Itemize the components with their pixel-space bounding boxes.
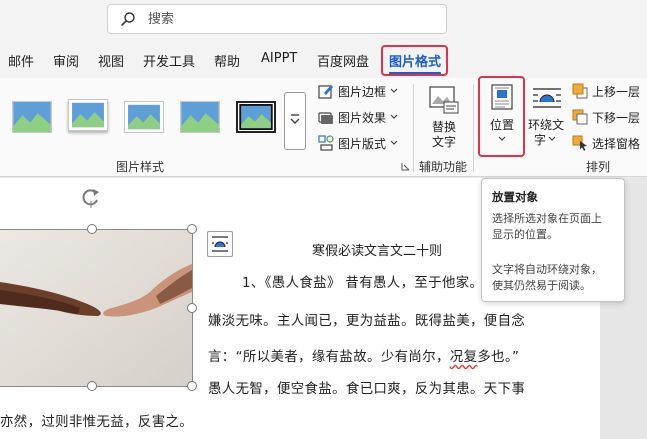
layout-options-button[interactable] [207, 231, 233, 257]
tab-mailings[interactable]: 邮件 [8, 51, 34, 70]
picture-thumb-icon [13, 102, 51, 132]
ribbon-divider [413, 84, 414, 172]
picture-selection-frame [0, 229, 193, 387]
picture-thumb-icon [69, 100, 107, 130]
search-icon [121, 12, 135, 26]
position-tooltip: 放置对象 选择所选对象在页面上 显示的位置。 文字将自动环绕对象， 使其仍然易于… [481, 178, 625, 302]
wrap-text-icon [533, 88, 561, 108]
resize-handle-bottom[interactable] [87, 381, 97, 391]
wrap-text-label-line2: 字 [534, 133, 547, 147]
resize-handle-top-right[interactable] [187, 224, 197, 234]
tooltip-text: 显示的位置。 [492, 228, 558, 241]
document-text-segment: 多也。” [477, 350, 520, 365]
picture-border-label[interactable]: 图片边框 [338, 83, 386, 100]
tooltip-text: 使其仍然易于阅读。 [492, 279, 591, 292]
document-text-line: 愚人无智，便空食盐。食已口爽，反为其患。天下事 [208, 382, 526, 397]
document-text-line: 嫌淡无味。主人闻已，更为益盐。既得盐美，便自念 [208, 314, 526, 329]
send-backward-icon [572, 109, 588, 125]
position-highlight-box [478, 76, 525, 157]
alt-text-icon [429, 86, 459, 114]
document-text-line: 言：“所以美者，缘有盐故。少有尚尔，况复多也。” [208, 345, 519, 365]
tab-view[interactable]: 视图 [98, 51, 124, 70]
picture-style-1[interactable] [12, 101, 52, 133]
dialog-launcher-icon[interactable] [401, 162, 410, 171]
picture-style-3[interactable] [124, 101, 164, 133]
picture-effects-icon [318, 112, 333, 124]
search-box[interactable] [107, 4, 447, 34]
tab-baidu-netdisk[interactable]: 百度网盘 [317, 51, 369, 70]
document-text-line: 1、《愚人食盐》 昔有愚人，至于他家。 [242, 276, 484, 291]
document-heading: 寒假必读文言文二十则 [312, 244, 443, 259]
chevron-down-icon [390, 140, 398, 145]
resize-handle-top[interactable] [87, 224, 97, 234]
group-title-arrange: 排列 [586, 160, 611, 174]
chevron-down-icon [390, 88, 398, 93]
bring-forward-icon [572, 83, 588, 99]
document-text-line: 亦然，过则非惟无益，反害之。 [0, 415, 194, 430]
picture-style-2[interactable] [68, 99, 108, 131]
picture-style-5[interactable] [236, 101, 276, 133]
tooltip-text: 选择所选对象在页面上 [492, 212, 602, 225]
selection-pane-button[interactable]: 选择窗格 [592, 135, 640, 152]
ribbon-divider [473, 84, 474, 172]
alt-text-label-line2: 文字 [432, 135, 457, 149]
more-arrow-icon [290, 114, 300, 124]
picture-thumb-icon [239, 104, 273, 130]
picture-effects-label[interactable]: 图片效果 [338, 109, 386, 126]
search-input[interactable] [148, 10, 428, 28]
picture-layout-icon [318, 135, 334, 151]
tab-highlight-box [381, 45, 448, 76]
picture-thumb-icon [125, 102, 163, 132]
spelling-error-word[interactable]: 况复 [450, 350, 478, 365]
tab-developer[interactable]: 开发工具 [143, 51, 195, 70]
ribbon-tabs: 邮件 审阅 视图 开发工具 帮助 AIPPT 百度网盘 图片格式 [0, 42, 647, 78]
picture-style-4[interactable] [180, 101, 220, 133]
gallery-more-button[interactable] [284, 92, 306, 150]
layout-options-icon [212, 236, 228, 252]
tooltip-text: 文字将自动环绕对象， [492, 263, 602, 276]
group-title-picture-styles: 图片样式 [116, 160, 165, 174]
picture-border-icon [318, 85, 333, 99]
send-backward-button[interactable]: 下移一层 [592, 109, 640, 126]
selection-pane-icon [572, 135, 587, 151]
picture-style-gallery [0, 84, 308, 150]
resize-handle-right[interactable] [187, 303, 197, 313]
resize-handle-bottom-right[interactable] [187, 381, 197, 391]
wrap-text-button[interactable]: 环绕文 字 [526, 78, 568, 156]
tab-review[interactable]: 审阅 [53, 51, 79, 70]
ribbon: 图片边框 图片效果 图片版式 图片样式 替换 文字 辅助功能 位置 环绕文 字 … [0, 78, 647, 177]
picture-thumb-icon [181, 102, 219, 132]
chevron-down-icon [390, 114, 398, 119]
picture-layout-label[interactable]: 图片版式 [338, 135, 386, 152]
title-bar [0, 0, 647, 42]
rotate-handle-icon[interactable] [80, 186, 102, 208]
group-title-accessibility: 辅助功能 [419, 160, 468, 174]
chevron-down-icon [548, 136, 556, 141]
tab-aippt[interactable]: AIPPT [261, 51, 297, 66]
tab-help[interactable]: 帮助 [214, 51, 240, 70]
document-text-segment: 言：“所以美者，缘有盐故。少有尚尔， [208, 350, 450, 365]
bring-forward-button[interactable]: 上移一层 [592, 83, 640, 100]
tooltip-title: 放置对象 [492, 190, 538, 204]
alt-text-button[interactable]: 替换 文字 [420, 82, 468, 154]
